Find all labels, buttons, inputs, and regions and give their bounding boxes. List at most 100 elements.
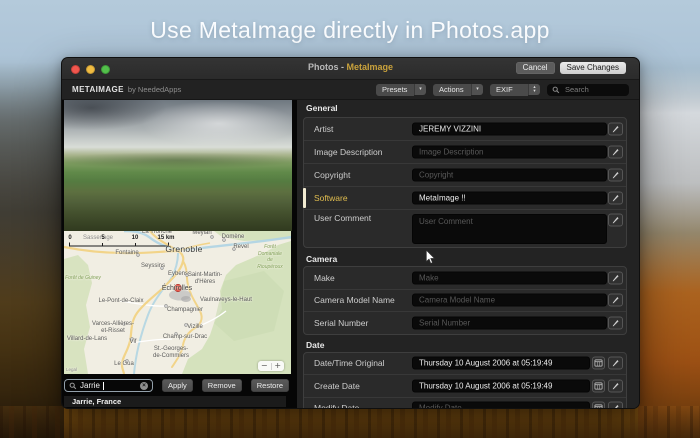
toolbar-search-field[interactable] xyxy=(547,84,629,96)
map-label-echirolles: Échirolles xyxy=(162,286,192,293)
field-label-serial-number: Serial Number xyxy=(314,318,368,328)
edit-pencil-button[interactable] xyxy=(608,169,623,182)
edit-pencil-button[interactable] xyxy=(608,214,623,227)
datetime-original-input[interactable] xyxy=(412,357,590,370)
map-zoom-controls: − + xyxy=(258,361,284,371)
map-label-grenoble: Grenoble xyxy=(165,246,202,253)
edit-pencil-button[interactable] xyxy=(608,379,623,392)
edit-pencil-button[interactable] xyxy=(608,316,623,329)
pencil-icon xyxy=(611,359,620,368)
field-row-create-date: Create Date xyxy=(304,374,626,397)
calendar-button[interactable] xyxy=(592,379,605,392)
map-scale-15km: 15 km xyxy=(157,235,174,241)
map-label-varces: Varces-Allières- et-Risset xyxy=(92,321,134,334)
presets-dropdown[interactable]: Presets ▾ xyxy=(376,84,426,96)
pencil-icon xyxy=(611,171,620,180)
location-map[interactable]: Sassenage 0 5 10 15 km La Tronche Meylan… xyxy=(64,231,291,374)
map-label-fontaine: Fontaine xyxy=(115,250,138,257)
pencil-icon xyxy=(611,318,620,327)
software-input[interactable] xyxy=(412,192,607,205)
edit-pencil-button[interactable] xyxy=(608,402,623,409)
plugin-toolbar: METAIMAGE by NeededApps Presets ▾ Action… xyxy=(62,80,639,100)
user-comment-textarea[interactable] xyxy=(412,214,607,244)
chevron-down-icon: ▾ xyxy=(471,84,483,95)
date-group: Date/Time Original Create Date xyxy=(303,352,627,410)
field-row-artist: Artist xyxy=(304,118,626,140)
window-titlebar: Photos - MetaImage Cancel Save Changes xyxy=(62,58,639,80)
location-search-field[interactable]: Jarrie × xyxy=(64,379,153,392)
map-zoom-in-button[interactable]: + xyxy=(272,361,285,371)
brand-byline: by NeededApps xyxy=(128,85,181,94)
remove-button[interactable]: Remove xyxy=(202,379,242,392)
pencil-icon xyxy=(611,296,620,305)
pencil-icon xyxy=(611,148,620,157)
field-row-copyright: Copyright xyxy=(304,163,626,186)
search-input[interactable] xyxy=(563,84,623,95)
image-description-input[interactable] xyxy=(412,146,607,159)
apply-button[interactable]: Apply xyxy=(162,379,193,392)
map-legal-link[interactable]: Legal xyxy=(66,367,77,374)
calendar-button[interactable] xyxy=(592,402,605,409)
map-zoom-out-button[interactable]: − xyxy=(258,361,271,371)
map-label-champ-sur-drac: Champ-sur-Drac xyxy=(163,334,207,341)
metaimage-window: Photos - MetaImage Cancel Save Changes M… xyxy=(61,57,640,409)
pencil-icon xyxy=(611,273,620,282)
edit-pencil-button[interactable] xyxy=(608,294,623,307)
field-label-datetime-original: Date/Time Original xyxy=(314,358,385,368)
edit-pencil-button[interactable] xyxy=(608,192,623,205)
field-row-camera-model: Camera Model Name xyxy=(304,289,626,312)
save-changes-button[interactable]: Save Changes xyxy=(560,62,626,74)
edit-pencil-button[interactable] xyxy=(608,357,623,370)
modify-date-input[interactable] xyxy=(412,402,590,409)
edit-pencil-button[interactable] xyxy=(608,146,623,159)
location-result-row[interactable]: Jarrie, France xyxy=(64,396,286,407)
camera-model-input[interactable] xyxy=(412,294,607,307)
chevron-down-icon: ▾ xyxy=(414,84,426,95)
geo-search-row: Jarrie × Apply Remove Restore xyxy=(64,379,289,392)
edit-pencil-button[interactable] xyxy=(608,271,623,284)
map-label-le-gua: Le Gua xyxy=(114,361,134,368)
clear-icon[interactable]: × xyxy=(140,382,148,390)
make-input[interactable] xyxy=(412,271,607,284)
artist-input[interactable] xyxy=(412,123,607,136)
section-header-camera: Camera xyxy=(303,254,627,264)
map-label-villard: Villard-de-Lans xyxy=(67,336,107,343)
map-label-la-tronche: La Tronche xyxy=(142,231,172,236)
field-label-copyright: Copyright xyxy=(314,170,350,180)
edit-pencil-button[interactable] xyxy=(608,123,623,136)
section-header-general: General xyxy=(303,103,627,113)
text-caret xyxy=(103,382,104,390)
exif-label: EXIF xyxy=(490,84,528,96)
pencil-icon xyxy=(611,194,620,203)
create-date-input[interactable] xyxy=(412,379,590,392)
map-label-le-pont-de-claix: Le-Pont-de-Claix xyxy=(98,298,143,305)
actions-label: Actions xyxy=(433,84,471,96)
window-title-app: Photos xyxy=(308,62,339,72)
map-label-foret-domaniale: Forêt Domaniale de Rioupéroux xyxy=(257,244,283,270)
calendar-button[interactable] xyxy=(592,357,605,370)
field-label-software: Software xyxy=(314,193,348,203)
field-row-user-comment: User Comment xyxy=(304,209,626,247)
photo-thumbnail[interactable] xyxy=(64,100,292,231)
map-label-domene: Domène xyxy=(222,234,245,241)
field-row-modify-date: Modify Date xyxy=(304,397,626,410)
wallpaper-mountain-right xyxy=(638,68,700,438)
actions-dropdown[interactable]: Actions ▾ xyxy=(433,84,483,96)
mouse-cursor xyxy=(425,250,436,265)
serial-number-input[interactable] xyxy=(412,316,607,329)
calendar-icon xyxy=(594,381,603,390)
map-label-seyssins: Seyssins xyxy=(141,263,165,270)
cancel-button[interactable]: Cancel xyxy=(516,62,555,74)
map-label-foret-guiney: Forêt de Guiney xyxy=(65,275,101,282)
map-label-sassenage: Sassenage xyxy=(83,235,113,242)
field-row-datetime-original: Date/Time Original xyxy=(304,353,626,375)
exif-popup[interactable]: EXIF ▴▾ xyxy=(490,84,540,96)
window-title-plugin: MetaImage xyxy=(347,62,394,72)
field-label-make: Make xyxy=(314,273,335,283)
restore-button[interactable]: Restore xyxy=(251,379,289,392)
general-group: Artist Image Description xyxy=(303,117,627,248)
location-search-value: Jarrie xyxy=(80,381,100,390)
map-label-revel: Revel xyxy=(233,244,248,251)
copyright-input[interactable] xyxy=(412,169,607,182)
pencil-icon xyxy=(611,381,620,390)
